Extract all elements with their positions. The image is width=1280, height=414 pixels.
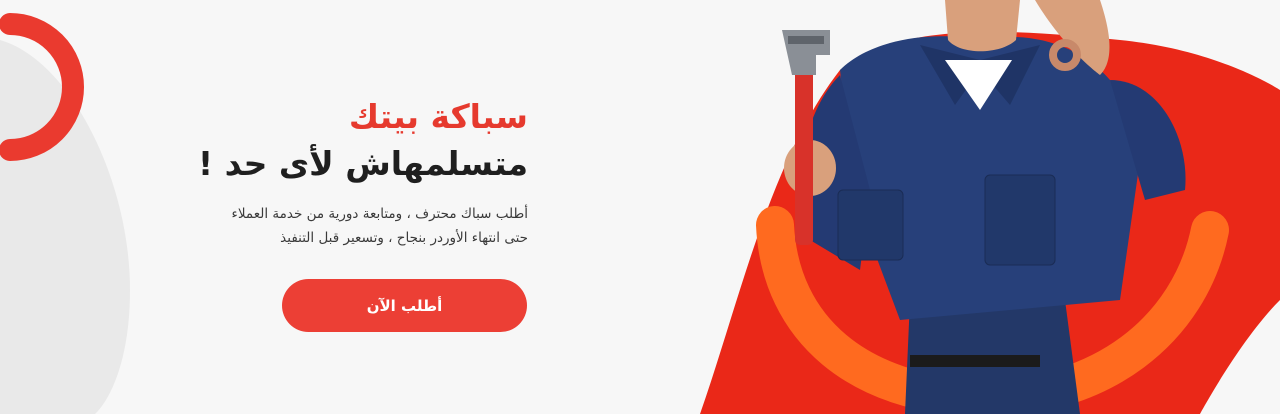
hero-text: سباكة بيتك متسلمهاش لأى حد ! أطلب سباك م… — [108, 96, 528, 250]
hero-description-line2: حتى انتهاء الأوردر بنجاح ، وتسعير قبل ال… — [280, 230, 528, 246]
hero-title-highlight: سباكة بيتك — [348, 97, 528, 136]
hero-description-line1: أطلب سباك محترف ، ومتابعة دورية من خدمة … — [231, 206, 528, 222]
plumber-image — [782, 0, 1186, 414]
hero-title: متسلمهاش لأى حد ! — [198, 144, 528, 183]
hero-banner: سباكة بيتك متسلمهاش لأى حد ! أطلب سباك م… — [0, 0, 1280, 414]
order-now-button[interactable]: أطلب الآن — [282, 279, 527, 332]
